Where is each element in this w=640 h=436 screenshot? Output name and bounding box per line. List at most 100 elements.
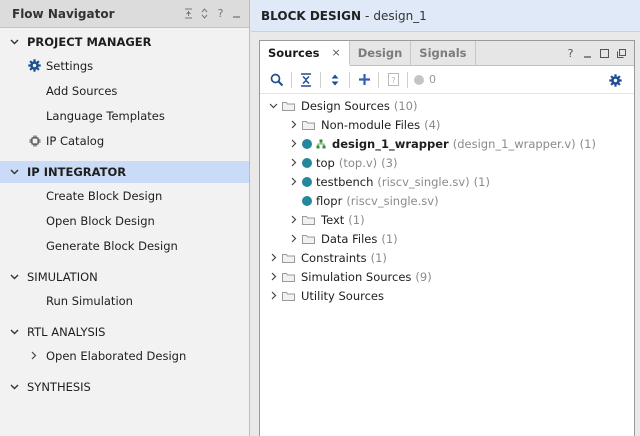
tab-design[interactable]: Design — [350, 41, 412, 65]
tree-node-top[interactable]: top (top.v) (3) — [260, 153, 634, 172]
tree-node-text[interactable]: Text (1) — [260, 210, 634, 229]
tree-node-constraints[interactable]: Constraints (1) — [260, 248, 634, 267]
block-design-header: BLOCK DESIGN - design_1 — [251, 0, 640, 32]
tree-node-label: top — [316, 155, 335, 170]
tree-node-design-wrapper[interactable]: design_1_wrapper (design_1_wrapper.v) (1… — [260, 134, 634, 153]
section-project-manager[interactable]: PROJECT MANAGER — [0, 31, 249, 53]
block-design-title: BLOCK DESIGN — [261, 8, 362, 23]
search-icon[interactable] — [266, 69, 288, 91]
section-rtl-analysis[interactable]: RTL ANALYSIS — [0, 321, 249, 343]
chevron-down-icon[interactable] — [268, 100, 279, 111]
sources-panel: Sources × Design Signals ? ? 0 Design So… — [259, 40, 635, 436]
section-label: SYNTHESIS — [27, 380, 91, 394]
collapse-all-icon[interactable] — [182, 7, 195, 21]
flow-navigator-header: Flow Navigator ? — [0, 0, 249, 28]
collapse-all-icon[interactable] — [295, 69, 317, 91]
nav-item-add-sources[interactable]: Add Sources — [0, 78, 249, 103]
nav-item-ip-catalog[interactable]: IP Catalog — [0, 128, 249, 153]
nav-item-label: IP Catalog — [46, 133, 105, 148]
tree-node-count: (4) — [424, 117, 441, 132]
sources-tree: Design Sources (10) Non-module Files (4)… — [260, 94, 634, 305]
chevron-right-icon[interactable] — [268, 252, 279, 263]
tree-node-simulation-sources[interactable]: Simulation Sources (9) — [260, 267, 634, 286]
folder-icon — [302, 120, 315, 130]
section-label: RTL ANALYSIS — [27, 325, 106, 339]
tree-node-count: (9) — [415, 269, 432, 284]
nav-item-run-simulation[interactable]: Run Simulation — [0, 288, 249, 313]
tree-node-file: (riscv_single.sv) — [346, 193, 439, 208]
status-dot-icon — [411, 69, 427, 91]
chevron-down-icon[interactable] — [8, 381, 20, 393]
gear-icon — [28, 59, 41, 72]
help-icon[interactable]: ? — [562, 47, 579, 60]
tab-signals[interactable]: Signals — [411, 41, 476, 65]
close-icon[interactable]: × — [332, 46, 341, 59]
float-window-icon[interactable] — [613, 48, 630, 58]
section-ip-integrator[interactable]: IP INTEGRATOR — [0, 161, 249, 183]
svg-text:?: ? — [391, 76, 395, 85]
folder-icon — [302, 234, 315, 244]
nav-item-label: Create Block Design — [46, 188, 163, 203]
chevron-right-icon[interactable] — [288, 214, 299, 225]
chevron-right-icon[interactable] — [288, 176, 299, 187]
chevron-right-icon[interactable] — [288, 138, 299, 149]
help-icon[interactable]: ? — [214, 7, 227, 21]
tree-node-label: Data Files — [321, 231, 378, 246]
minimize-icon[interactable] — [230, 7, 243, 21]
design-name: design_1 — [373, 8, 427, 23]
section-simulation[interactable]: SIMULATION — [0, 266, 249, 288]
nav-item-open-elaborated-design[interactable]: Open Elaborated Design — [0, 343, 249, 368]
flow-navigator-title: Flow Navigator — [12, 6, 115, 21]
folder-icon — [282, 253, 295, 263]
tree-node-utility-sources[interactable]: Utility Sources — [260, 286, 634, 305]
tab-sources[interactable]: Sources × — [260, 41, 350, 66]
toolbar-separator — [378, 71, 379, 88]
expand-all-icon[interactable] — [198, 7, 211, 21]
nav-item-label: Settings — [46, 58, 94, 73]
tree-node-count: (1) — [348, 212, 365, 227]
folder-icon — [282, 291, 295, 301]
chevron-down-icon[interactable] — [8, 271, 20, 283]
tree-node-design-sources[interactable]: Design Sources (10) — [260, 96, 634, 115]
nav-item-create-block-design[interactable]: Create Block Design — [0, 183, 249, 208]
nav-item-generate-block-design[interactable]: Generate Block Design — [0, 233, 249, 258]
chevron-right-icon[interactable] — [288, 119, 299, 130]
chevron-right-icon[interactable] — [268, 290, 279, 301]
nav-item-label: Open Elaborated Design — [46, 348, 187, 363]
add-sources-icon[interactable] — [353, 69, 375, 91]
section-label: PROJECT MANAGER — [27, 35, 152, 49]
tree-node-count: (1) — [473, 174, 490, 189]
chevron-right-icon[interactable] — [29, 349, 39, 362]
gear-icon[interactable] — [604, 69, 626, 91]
nav-item-language-templates[interactable]: Language Templates — [0, 103, 249, 128]
tree-node-flopr[interactable]: flopr (riscv_single.sv) — [260, 191, 634, 210]
toolbar-separator — [291, 71, 292, 88]
properties-icon[interactable]: ? — [382, 69, 404, 91]
tree-node-label: Simulation Sources — [301, 269, 412, 284]
tree-node-label: Text — [321, 212, 345, 227]
chevron-right-icon[interactable] — [288, 233, 299, 244]
section-synthesis[interactable]: SYNTHESIS — [0, 376, 249, 398]
tree-node-data-files[interactable]: Data Files (1) — [260, 229, 634, 248]
chevron-down-icon[interactable] — [8, 166, 20, 178]
maximize-icon[interactable] — [596, 48, 613, 58]
minimize-icon[interactable] — [579, 49, 596, 58]
flow-navigator: Flow Navigator ? PROJECT MANAGER Setting… — [0, 0, 250, 436]
folder-icon — [302, 215, 315, 225]
tree-node-count: (10) — [393, 98, 418, 113]
expand-all-icon[interactable] — [324, 69, 346, 91]
chevron-down-icon[interactable] — [8, 326, 20, 338]
nav-item-label: Add Sources — [46, 83, 118, 98]
chevron-right-icon[interactable] — [288, 157, 299, 168]
title-separator: - — [365, 8, 370, 23]
tree-node-label: flopr — [316, 193, 343, 208]
tree-node-count: (1) — [381, 231, 398, 246]
module-dot-icon — [302, 138, 312, 149]
tree-node-testbench[interactable]: testbench (riscv_single.sv) (1) — [260, 172, 634, 191]
chevron-down-icon[interactable] — [8, 36, 20, 48]
nav-item-settings[interactable]: Settings — [0, 53, 249, 78]
nav-item-open-block-design[interactable]: Open Block Design — [0, 208, 249, 233]
tree-node-file: (design_1_wrapper.v) — [452, 136, 576, 151]
tree-node-non-module-files[interactable]: Non-module Files (4) — [260, 115, 634, 134]
chevron-right-icon[interactable] — [268, 271, 279, 282]
